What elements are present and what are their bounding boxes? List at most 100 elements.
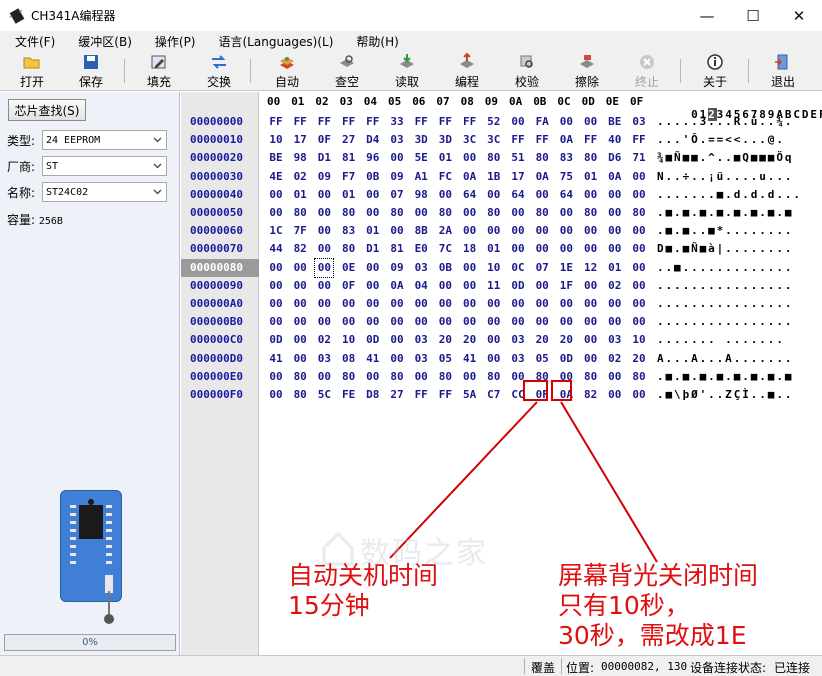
hex-byte[interactable]: 3C <box>461 131 479 149</box>
hex-byte[interactable]: 20 <box>630 350 648 368</box>
hex-byte[interactable]: 00 <box>461 259 479 277</box>
hex-byte[interactable]: 80 <box>582 149 600 167</box>
hex-byte[interactable]: 44 <box>267 240 285 258</box>
hex-byte[interactable]: D8 <box>364 386 382 404</box>
hex-byte[interactable]: 02 <box>606 277 624 295</box>
hex-byte[interactable]: 40 <box>606 131 624 149</box>
hex-byte[interactable]: 00 <box>630 222 648 240</box>
hex-byte[interactable]: FF <box>412 386 430 404</box>
hex-byte[interactable]: 64 <box>557 186 575 204</box>
hex-byte[interactable]: 5C <box>315 386 333 404</box>
hex-byte[interactable]: 00 <box>582 222 600 240</box>
hex-byte[interactable]: 80 <box>630 368 648 386</box>
hex-byte[interactable]: 00 <box>630 186 648 204</box>
hex-byte[interactable]: C7 <box>485 386 503 404</box>
hex-byte[interactable]: 0A <box>533 168 551 186</box>
hex-byte[interactable]: 03 <box>412 350 430 368</box>
hex-byte[interactable]: 00 <box>606 313 624 331</box>
hex-byte[interactable]: 00 <box>582 295 600 313</box>
hex-byte[interactable]: 0A <box>388 277 406 295</box>
hex-byte[interactable]: 01 <box>364 222 382 240</box>
hex-byte[interactable]: 80 <box>485 149 503 167</box>
hex-byte[interactable]: 00 <box>509 295 527 313</box>
hex-byte[interactable]: 00 <box>461 277 479 295</box>
hex-byte[interactable]: 02 <box>606 350 624 368</box>
hex-byte[interactable]: 00 <box>364 186 382 204</box>
hex-byte[interactable]: 00 <box>364 259 382 277</box>
ascii-row[interactable]: A...A...A....... <box>657 350 793 368</box>
hex-byte[interactable]: 80 <box>485 204 503 222</box>
hex-byte[interactable]: 17 <box>509 168 527 186</box>
ascii-row[interactable]: ¾■Ñ■■.^..■Q■■■Öq <box>657 149 793 167</box>
verify-button[interactable]: 校验 <box>504 53 550 89</box>
hex-byte[interactable]: 80 <box>533 149 551 167</box>
hex-byte[interactable]: 00 <box>533 277 551 295</box>
hex-byte[interactable]: 00 <box>315 277 333 295</box>
hex-byte[interactable]: 81 <box>340 149 358 167</box>
hex-byte[interactable]: 00 <box>606 240 624 258</box>
hex-byte[interactable]: 00 <box>533 222 551 240</box>
hex-byte[interactable]: 11 <box>485 277 503 295</box>
hex-byte[interactable]: 07 <box>388 186 406 204</box>
save-button[interactable]: 保存 <box>68 53 114 89</box>
hex-byte[interactable]: 00 <box>582 350 600 368</box>
hex-byte[interactable]: 80 <box>582 204 600 222</box>
row-address[interactable]: 000000B0 <box>190 313 243 331</box>
hex-byte[interactable]: 33 <box>388 113 406 131</box>
hex-byte[interactable]: FF <box>461 113 479 131</box>
hex-byte[interactable]: 5A <box>461 386 479 404</box>
hex-byte[interactable]: 00 <box>509 204 527 222</box>
hex-byte[interactable]: 00 <box>630 240 648 258</box>
hex-byte[interactable]: 0B <box>364 168 382 186</box>
row-address[interactable]: 000000C0 <box>190 331 243 349</box>
hex-byte[interactable]: 41 <box>364 350 382 368</box>
hex-byte[interactable]: 00 <box>388 222 406 240</box>
hex-byte[interactable]: 3D <box>412 131 430 149</box>
hex-byte[interactable]: 00 <box>291 331 309 349</box>
stop-button[interactable]: 终止 <box>624 53 670 89</box>
hex-byte[interactable]: 00 <box>630 277 648 295</box>
hex-byte[interactable]: 3D <box>436 131 454 149</box>
hex-byte[interactable]: 80 <box>291 368 309 386</box>
hex-byte[interactable]: 00 <box>291 313 309 331</box>
hex-byte[interactable]: 00 <box>291 259 309 277</box>
hex-byte[interactable]: 64 <box>461 186 479 204</box>
hex-byte[interactable]: BE <box>606 113 624 131</box>
row-address[interactable]: 00000050 <box>190 204 243 222</box>
hex-byte[interactable]: 00 <box>606 295 624 313</box>
row-address[interactable]: 000000A0 <box>190 295 243 313</box>
hex-byte[interactable]: 00 <box>582 313 600 331</box>
hex-byte[interactable]: 00 <box>557 222 575 240</box>
hex-byte[interactable]: 00 <box>582 186 600 204</box>
hex-byte[interactable]: 00 <box>340 313 358 331</box>
hex-byte[interactable]: 10 <box>485 259 503 277</box>
hex-byte[interactable]: 00 <box>630 259 648 277</box>
about-button[interactable]: 关于 <box>692 53 738 89</box>
hex-byte[interactable]: 0D <box>557 350 575 368</box>
hex-byte[interactable]: FF <box>291 113 309 131</box>
hex-byte[interactable]: 0A <box>557 131 575 149</box>
hex-byte[interactable]: 10 <box>267 131 285 149</box>
hex-byte[interactable]: 03 <box>412 259 430 277</box>
hex-byte[interactable]: 17 <box>291 131 309 149</box>
row-address[interactable]: 00000030 <box>190 168 243 186</box>
hex-byte[interactable]: 0C <box>509 259 527 277</box>
row-address[interactable]: 00000010 <box>190 131 243 149</box>
ascii-row[interactable]: D■.■Ñ■à|........ <box>657 240 793 258</box>
ascii-row[interactable]: .■.■.■.■.■.■.■.■ <box>657 368 793 386</box>
hex-byte[interactable]: FF <box>582 131 600 149</box>
ascii-row[interactable]: ....... ....... <box>657 331 785 349</box>
hex-byte[interactable]: 00 <box>606 386 624 404</box>
hex-byte[interactable]: 80 <box>436 368 454 386</box>
ascii-row[interactable]: .■.■.■.■.■.■.■.■ <box>657 204 793 222</box>
hex-byte[interactable]: 20 <box>557 331 575 349</box>
row-address[interactable]: 00000040 <box>190 186 243 204</box>
hex-byte[interactable]: 00 <box>315 222 333 240</box>
hex-byte[interactable]: 00 <box>364 277 382 295</box>
hex-byte[interactable]: FF <box>509 131 527 149</box>
hex-byte[interactable]: 5E <box>412 149 430 167</box>
hex-byte[interactable]: FF <box>340 113 358 131</box>
hex-byte[interactable]: 00 <box>388 295 406 313</box>
hex-byte[interactable]: 80 <box>533 204 551 222</box>
hex-byte[interactable]: 0D <box>267 331 285 349</box>
